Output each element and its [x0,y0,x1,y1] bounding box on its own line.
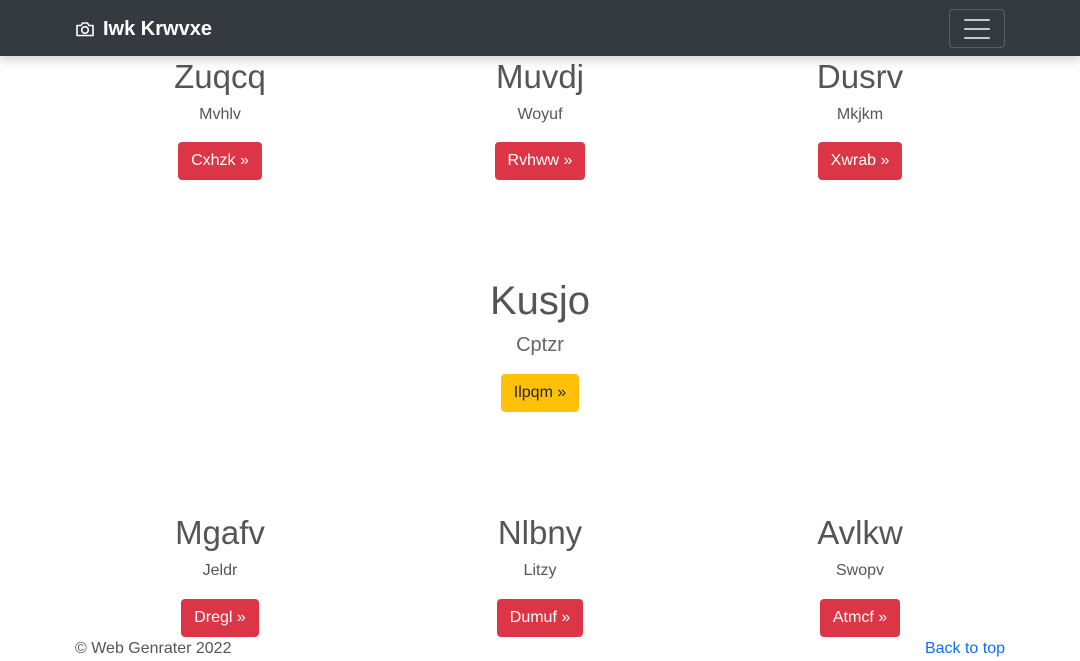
card-button[interactable]: Rvhww » [494,141,586,180]
card-text: Mkjkm [836,105,884,123]
card-muvdj: Muvdj Woyuf Rvhww » [380,58,700,180]
card-title: Zuqcq [174,58,266,95]
card-title: Mgafv [175,514,265,551]
back-to-top-link[interactable]: Back to top [925,640,1005,658]
card-title: Avlkw [817,514,903,551]
navbar-toggler-button[interactable] [949,9,1005,48]
camera-icon [76,22,94,37]
card-avlkw: Avlkw Swopv Atmcf » [700,514,1020,637]
card-button[interactable]: Dregl » [181,598,259,637]
brand-name: Iwk Krwvxe [103,17,212,40]
featured-title: Kusjo [489,279,591,323]
card-dusrv: Dusrv Mkjkm Xwrab » [700,58,1020,180]
navbar: Iwk Krwvxe [0,0,1080,56]
card-text: Jeldr [202,561,238,579]
brand-link[interactable]: Iwk Krwvxe [75,15,212,43]
featured-text: Cptzr [516,334,564,356]
card-text: Swopv [835,561,885,579]
card-text: Litzy [523,561,557,579]
card-mgafv: Mgafv Jeldr Dregl » [60,514,380,637]
card-button[interactable]: Dumuf » [496,598,584,637]
card-title: Nlbny [497,514,583,551]
hamburger-menu-icon [964,18,990,21]
card-title: Muvdj [495,58,585,95]
card-text: Woyuf [517,105,563,123]
card-zuqcq: Zuqcq Mvhlv Cxhzk » [60,58,380,180]
card-title: Dusrv [816,58,904,95]
card-button[interactable]: Xwrab » [817,141,903,180]
card-button[interactable]: Cxhzk » [178,141,262,180]
card-text: Mvhlv [199,105,241,123]
footer-copyright: © Web Genrater 2022 [75,640,232,657]
featured-card: Kusjo Cptzr Ilpqm » [380,278,700,412]
featured-button[interactable]: Ilpqm » [500,374,580,412]
card-button[interactable]: Atmcf » [819,598,901,637]
card-nlbny: Nlbny Litzy Dumuf » [380,514,700,637]
